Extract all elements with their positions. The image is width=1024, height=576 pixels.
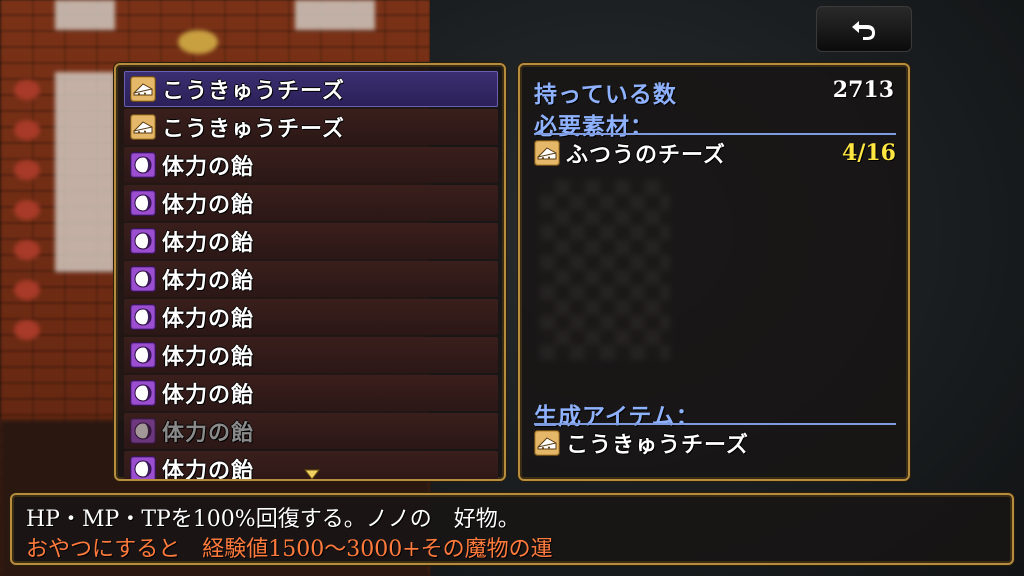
required-material-count: 4/16 [842,140,896,166]
back-button[interactable] [816,6,912,52]
list-item[interactable]: 体力の飴 [124,147,498,183]
list-item-label: こうきゅうチーズ [162,78,345,104]
list-item-label: 体力の飴 [162,382,255,408]
list-item[interactable]: 体力の飴 [124,299,498,335]
candy-icon [130,266,156,292]
item-list: こうきゅうチーズ こうきゅうチーズ 体力の飴 体力の飴 体力の飴 体力の飴 体力の飴 体力の飴… [124,71,498,481]
list-item[interactable]: 体力の飴 [124,223,498,259]
description-line-2: おやつにすると 経験値1500～3000+その魔物の運 [26,537,553,562]
list-item[interactable]: 体力の飴 [124,413,498,449]
owned-count-label: 持っている数 [534,81,677,108]
required-material-row: ふつうのチーズ 4/16 [534,137,896,169]
candy-icon [130,418,156,444]
list-item-label: 体力の飴 [162,192,255,218]
candy-icon [130,152,156,178]
candy-icon [130,342,156,368]
owned-count-value: 2713 [832,77,894,103]
cheese-icon [534,430,560,456]
list-item[interactable]: 体力の飴 [124,375,498,411]
item-list-panel: こうきゅうチーズ こうきゅうチーズ 体力の飴 体力の飴 体力の飴 体力の飴 体力の飴 体力の飴… [114,63,506,481]
product-item-label: 生成アイテム： [534,403,700,430]
list-item-label: 体力の飴 [162,230,255,256]
required-material-name: ふつうのチーズ [566,142,726,168]
item-description-panel: HP・MP・TPを100%回復する。ノノの 好物。 おやつにすると 経験値150… [10,493,1014,565]
list-item[interactable]: 体力の飴 [124,185,498,221]
list-item-label: 体力の飴 [162,458,255,481]
required-divider [534,133,896,135]
product-item-name: こうきゅうチーズ [566,432,749,458]
list-item-label: 体力の飴 [162,344,255,370]
list-item-label: こうきゅうチーズ [162,116,345,142]
list-item-label: 体力の飴 [162,154,255,180]
candy-icon [130,228,156,254]
list-item-label: 体力の飴 [162,306,255,332]
list-item-label: 体力の飴 [162,420,255,446]
candy-icon [130,304,156,330]
scroll-down-arrow-icon[interactable] [304,469,320,481]
item-detail-panel: 持っている数 2713 必要素材： ふつうのチーズ 4/16 生成アイテム： こ… [518,63,910,481]
return-arrow-icon [852,21,875,40]
cheese-icon [130,114,156,140]
list-item[interactable]: こうきゅうチーズ [124,109,498,145]
list-item[interactable]: 体力の飴 [124,337,498,373]
cheese-icon [534,140,560,166]
candy-icon [130,456,156,479]
list-item-label: 体力の飴 [162,268,255,294]
list-item[interactable]: 体力の飴 [124,261,498,297]
description-line-1: HP・MP・TPを100%回復する。ノノの 好物。 [26,507,520,532]
required-materials-label: 必要素材： [534,113,654,140]
product-item-row: こうきゅうチーズ [534,427,896,459]
list-item[interactable]: こうきゅうチーズ [124,71,498,107]
product-divider [534,423,896,425]
candy-icon [130,190,156,216]
cheese-icon [130,76,156,102]
candy-icon [130,380,156,406]
